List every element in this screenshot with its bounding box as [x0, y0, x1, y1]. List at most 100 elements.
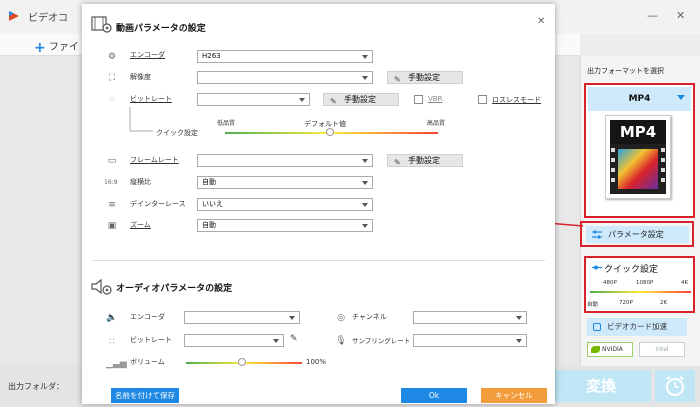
volume-value: 100% [306, 358, 327, 366]
intel-label: intel [655, 346, 669, 353]
quick-settings-panel: クイック設定 480P 1080P 4K 自動 720P 2K [584, 256, 695, 313]
aspect-ratio-value: 自動 [202, 178, 216, 186]
chevron-down-icon [516, 339, 522, 343]
audio-bitrate-label: ビットレート [130, 336, 172, 344]
chevron-down-icon [362, 159, 368, 163]
audio-settings-icon [91, 278, 112, 295]
res-1080p[interactable]: 1080P [636, 280, 653, 286]
ok-button[interactable]: Ok [401, 388, 467, 403]
output-folder-label: 出力フォルダ： [8, 382, 64, 391]
res-4k[interactable]: 4K [681, 280, 688, 286]
bitrate-icon: ⁘ [108, 95, 116, 105]
framerate-select[interactable] [197, 154, 373, 167]
deinterlace-select[interactable]: いいえ [197, 198, 373, 211]
audio-encoder-select[interactable] [184, 311, 300, 324]
video-bitrate-select[interactable] [197, 93, 310, 106]
alarm-button[interactable] [655, 370, 695, 402]
deinterlace-icon: ≡ [108, 200, 116, 210]
format-name[interactable]: MP4 [588, 87, 691, 111]
aspect-ratio-label: 縦横比 [130, 178, 151, 186]
quick-resolution-slider[interactable] [590, 291, 691, 293]
bitrate-manual-button[interactable]: ✎ 手動設定 [323, 93, 399, 106]
quality-low-label: 低品質 [217, 120, 236, 127]
zoom-icon: ▣ [107, 221, 117, 231]
quality-high-label: 高品質 [427, 120, 446, 127]
framerate-manual-button[interactable]: ✎ 手動設定 [387, 154, 463, 167]
chevron-down-icon [362, 224, 368, 228]
chevron-down-icon [516, 316, 522, 320]
param-settings-label: パラメータ設定 [608, 230, 664, 239]
chevron-down-icon [273, 339, 279, 343]
app-title: ビデオコ [28, 13, 68, 24]
gpu-acceleration-label: ビデオカード加速 [607, 322, 667, 331]
resolution-select[interactable] [197, 71, 373, 84]
add-file-button[interactable]: + ファイ [34, 38, 79, 56]
intel-badge[interactable]: intel [639, 342, 685, 357]
channel-select[interactable] [413, 311, 527, 324]
audio-section-title: オーディオパラメータの設定 [116, 284, 233, 294]
encoder-icon: ⚙ [107, 52, 117, 62]
lossless-checkbox[interactable] [478, 95, 487, 104]
zoom-select[interactable]: 自動 [197, 219, 373, 232]
pencil-icon: ✎ [394, 158, 401, 167]
manual-label: 手動設定 [344, 95, 376, 104]
minimize-icon[interactable]: — [647, 9, 658, 22]
chevron-down-icon [362, 55, 368, 59]
framerate-icon: ▭ [107, 156, 117, 166]
video-settings-icon [91, 16, 112, 33]
res-720p[interactable]: 720P [619, 300, 633, 306]
framerate-label: フレームレート [130, 156, 179, 164]
quality-default-label: デフォルト値 [304, 120, 346, 128]
res-2k[interactable]: 2K [660, 300, 667, 306]
deinterlace-value: いいえ [202, 200, 223, 208]
save-as-button[interactable]: 名前を付けて保存 [111, 388, 179, 403]
add-file-label: ファイ [48, 42, 79, 53]
cancel-button[interactable]: キャンセル [481, 388, 547, 403]
resolution-manual-button[interactable]: ✎ 手動設定 [387, 71, 463, 84]
vbr-label: VBR [428, 95, 443, 103]
quality-slider-handle[interactable] [326, 128, 334, 136]
format-selector[interactable]: MP4 MP4 [584, 83, 695, 218]
vbr-checkbox[interactable] [414, 95, 423, 104]
audio-encoder-label: エンコーダ [130, 313, 165, 321]
samplerate-select[interactable] [413, 334, 527, 347]
mp4-icon-text: MP4 [610, 120, 666, 144]
gpu-acceleration-button[interactable]: ビデオカード加速 [587, 318, 687, 336]
gpu-icon [593, 323, 601, 331]
volume-icon: ▁▃▅ [106, 359, 127, 369]
quick-slider-icon [592, 265, 602, 270]
audio-bitrate-select[interactable] [184, 334, 284, 347]
pencil-icon[interactable]: ✎ [290, 334, 298, 344]
aspect-ratio-icon: 16:9 [104, 179, 118, 186]
format-name-text: MP4 [628, 94, 651, 104]
aspect-ratio-select[interactable]: 自動 [197, 176, 373, 189]
volume-label: ボリューム [130, 358, 165, 366]
video-bitrate-label: ビットレート [130, 95, 172, 103]
res-auto[interactable]: 自動 [587, 300, 598, 308]
settings-sliders-icon [592, 230, 602, 239]
param-settings-button[interactable]: パラメータ設定 [586, 226, 689, 243]
param-settings-highlight: パラメータ設定 [580, 221, 694, 247]
pencil-icon: ✎ [394, 75, 401, 84]
bracket-line-icon [129, 107, 153, 132]
mp4-format-icon: MP4 [605, 115, 671, 199]
plus-icon: + [34, 40, 46, 56]
resolution-icon: ⛶ [108, 73, 116, 83]
video-encoder-select[interactable]: H263 [197, 50, 373, 63]
res-480p[interactable]: 480P [603, 280, 617, 286]
nvidia-label: NVIDIA [602, 346, 623, 353]
close-window-icon[interactable]: ✕ [676, 9, 685, 22]
convert-button[interactable]: 変換 [551, 370, 651, 402]
video-encoder-label: エンコーダ [130, 51, 165, 59]
nvidia-logo-icon [591, 346, 600, 353]
manual-label: 手動設定 [408, 73, 440, 82]
parameter-settings-dialog: 動画パラメータの設定 ✕ ⚙ エンコーダ H263 ⛶ 解像度 ✎ 手動設定 ⁘… [82, 4, 555, 404]
video-section-title: 動画パラメータの設定 [116, 24, 206, 34]
audio-bitrate-icon: ∷ [109, 337, 115, 347]
nvidia-badge[interactable]: NVIDIA [587, 342, 633, 357]
film-strip-icon [610, 144, 666, 194]
volume-slider-handle[interactable] [238, 358, 246, 366]
dialog-close-icon[interactable]: ✕ [537, 16, 545, 27]
format-dropdown-icon [677, 95, 685, 100]
chevron-down-icon [362, 181, 368, 185]
